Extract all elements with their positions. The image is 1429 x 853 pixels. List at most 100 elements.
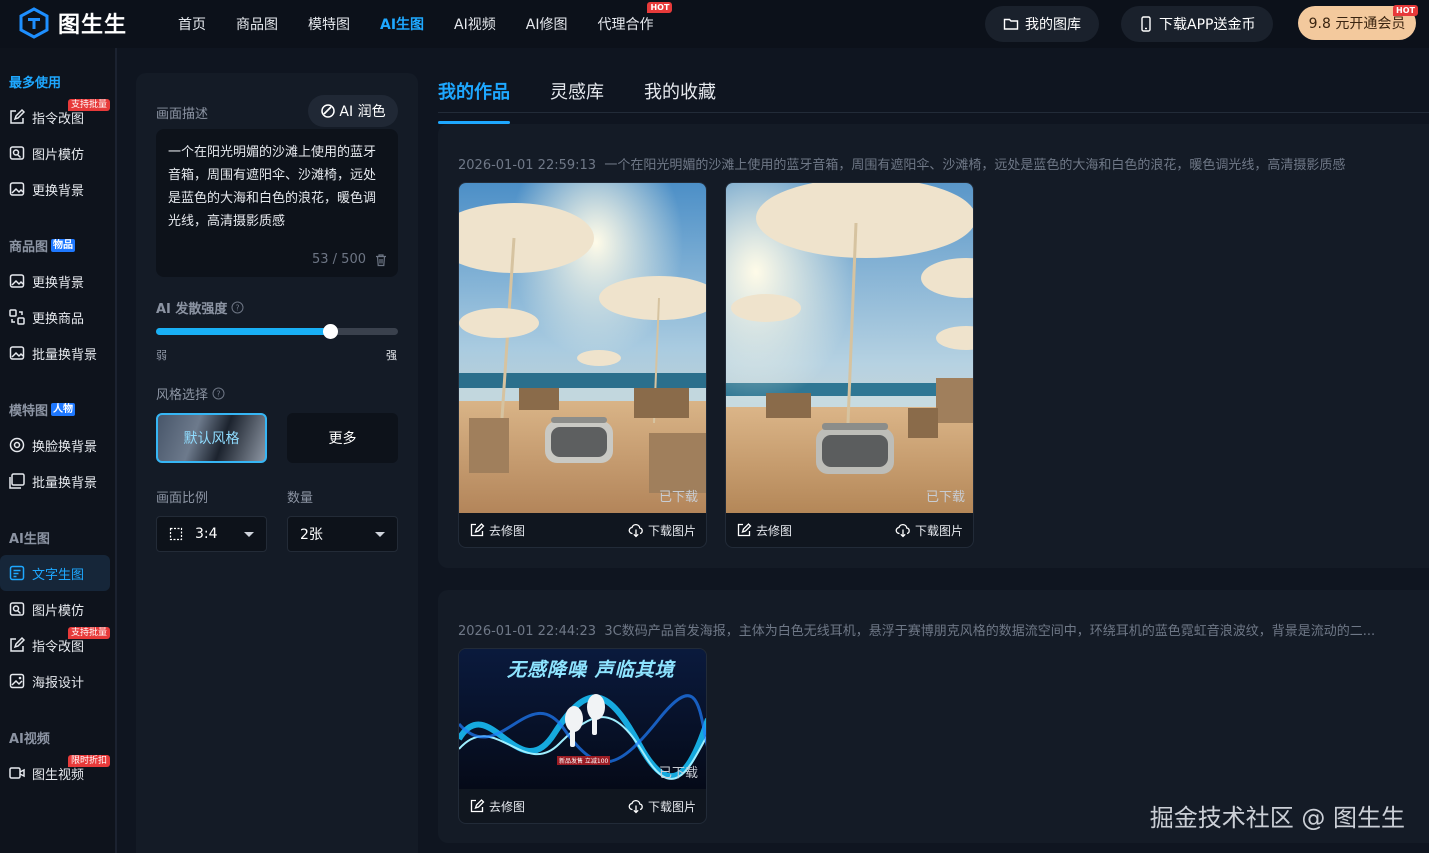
generated-image[interactable]: 已下载 去修图 下载图片 xyxy=(725,182,974,548)
poster-image: 无感降噪 声临其境 新品发售 立减100 已下载 xyxy=(459,649,706,789)
image-copy-icon xyxy=(9,146,25,160)
download-image-button[interactable]: 下载图片 xyxy=(895,522,963,539)
sidebar-item-label: 文字生图 xyxy=(32,567,85,583)
swap-icon xyxy=(9,309,25,325)
nav-agent[interactable]: 代理合作 HOT xyxy=(597,2,673,34)
sidebar-item-model-batch-bg[interactable]: 批量换背景 xyxy=(0,463,110,499)
retouch-button[interactable]: 去修图 xyxy=(469,798,525,815)
sidebar-item-product-change-bg[interactable]: 更换背景 xyxy=(0,263,110,299)
downloaded-mark: 已下载 xyxy=(658,490,698,505)
download-app-button[interactable]: 下载APP送金币 xyxy=(1121,6,1274,42)
sidebar-section-most-used: 最多使用 xyxy=(9,72,61,91)
logo[interactable]: 图生生 xyxy=(18,7,127,39)
ai-polish-button[interactable]: AI 润色 xyxy=(308,95,398,127)
prompt-textarea[interactable]: 一个在阳光明媚的沙滩上使用的蓝牙音箱，周围有遮阳伞、沙滩椅，远处是蓝色的大海和白… xyxy=(156,129,398,277)
help-icon[interactable]: ? xyxy=(231,301,244,314)
sidebar: 最多使用 指令改图 支持批量 图片模仿 更换背景 商品图 物品 更换背景 更换商… xyxy=(0,48,117,853)
edit-icon xyxy=(470,523,485,537)
work-time: 2026-01-01 22:59:13 xyxy=(458,158,597,173)
section-title: AI生图 xyxy=(9,532,50,547)
poster-note: 新品发售 立减100 xyxy=(557,756,611,765)
top-bar: 图生生 首页 商品图 模特图 AI生图 AI视频 AI修图 代理合作 HOT 我… xyxy=(0,0,1429,48)
svg-text:?: ? xyxy=(236,304,240,313)
work-header: 2026-01-01 22:44:23 3C数码产品首发海报，主体为白色无线耳机… xyxy=(458,620,1413,639)
download-image-button[interactable]: 下载图片 xyxy=(628,522,696,539)
nav-ai-retouch[interactable]: AI修图 xyxy=(526,14,568,34)
nav-home[interactable]: 首页 xyxy=(178,14,206,34)
chevron-down-icon xyxy=(375,532,385,537)
sidebar-item-change-bg[interactable]: 更换背景 xyxy=(0,171,110,207)
my-gallery-button[interactable]: 我的图库 xyxy=(985,6,1099,42)
download-app-label: 下载APP送金币 xyxy=(1159,17,1256,33)
cloud-download-icon xyxy=(628,523,643,538)
sidebar-item-label: 图片模仿 xyxy=(32,147,85,163)
nav-agent-label: 代理合作 xyxy=(597,17,654,33)
sidebar-item-face-swap[interactable]: 换脸换背景 xyxy=(0,427,110,463)
strength-slider[interactable] xyxy=(156,324,398,339)
image-swap-icon xyxy=(9,182,25,196)
nav-model[interactable]: 模特图 xyxy=(308,14,350,34)
nav-product[interactable]: 商品图 xyxy=(236,14,278,34)
section-title: 最多使用 xyxy=(9,76,62,91)
folder-icon xyxy=(1003,18,1019,30)
nav-ai-video[interactable]: AI视频 xyxy=(454,14,496,34)
ratio-select[interactable]: 3:4 xyxy=(156,516,267,552)
sidebar-section-ai-image: AI生图 xyxy=(9,528,50,547)
sidebar-item-change-product[interactable]: 更换商品 xyxy=(0,299,110,335)
sidebar-item-batch-bg[interactable]: 批量换背景 xyxy=(0,335,110,371)
nav-ai-image[interactable]: AI生图 xyxy=(380,14,424,34)
cloud-download-icon xyxy=(895,523,910,538)
char-counter: 53 / 500 xyxy=(312,248,388,271)
video-icon xyxy=(9,767,25,779)
discount-badge: 限时折扣 xyxy=(68,755,111,767)
sidebar-item-text-to-image[interactable]: 文字生图 xyxy=(0,555,110,591)
downloaded-mark: 已下载 xyxy=(925,490,965,505)
generated-image[interactable]: 已下载 去修图 下载图片 xyxy=(458,182,707,548)
poster-icon xyxy=(9,673,25,689)
logo-text: 图生生 xyxy=(58,13,128,38)
generated-image[interactable]: 无感降噪 声临其境 新品发售 立减100 已下载 去修图 下载图片 xyxy=(458,648,707,824)
tab-my-works[interactable]: 我的作品 xyxy=(438,78,510,124)
batch-badge: 支持批量 xyxy=(68,627,111,639)
retouch-button[interactable]: 去修图 xyxy=(469,522,525,539)
count-select[interactable]: 2张 xyxy=(287,516,398,552)
section-tag: 人物 xyxy=(51,403,76,416)
tab-inspiration[interactable]: 灵感库 xyxy=(550,78,604,114)
sidebar-item-ai-instruct-edit[interactable]: 指令改图 支持批量 xyxy=(0,627,111,663)
image-actions: 去修图 下载图片 xyxy=(459,789,706,823)
sidebar-item-image-imitate[interactable]: 图片模仿 xyxy=(0,135,110,171)
style-label-text: 风格选择 xyxy=(156,388,209,403)
work-prompt: 一个在阳光明媚的沙滩上使用的蓝牙音箱，周围有遮阳伞、沙滩椅，远处是蓝色的大海和白… xyxy=(604,158,1346,173)
sidebar-item-poster-design[interactable]: 海报设计 xyxy=(0,663,110,699)
style-default-card[interactable]: 默认风格 xyxy=(156,413,267,463)
vip-button[interactable]: 9.8 元开通会员 HOT xyxy=(1298,5,1418,40)
strength-max-label: 强 xyxy=(386,349,397,362)
edit-icon xyxy=(470,799,485,813)
sidebar-item-label: 换脸换背景 xyxy=(32,439,98,455)
sidebar-item-image-to-video[interactable]: 图生视频 限时折扣 xyxy=(0,755,111,791)
section-title: AI视频 xyxy=(9,732,50,747)
image-swap-icon xyxy=(9,274,25,288)
work-card: 2026-01-01 22:59:13 一个在阳光明媚的沙滩上使用的蓝牙音箱，周… xyxy=(438,124,1429,568)
sidebar-item-instruct-edit[interactable]: 指令改图 支持批量 xyxy=(0,99,111,135)
help-icon[interactable]: ? xyxy=(212,387,225,400)
retouch-button[interactable]: 去修图 xyxy=(736,522,792,539)
vip-hot-badge: HOT xyxy=(1393,5,1418,16)
count-value: 2张 xyxy=(300,527,323,543)
slider-handle[interactable] xyxy=(323,324,339,339)
work-prompt: 3C数码产品首发海报，主体为白色无线耳机，悬浮于赛博朋克风格的数据流空间中，环绕… xyxy=(604,624,1376,639)
trash-icon[interactable] xyxy=(374,253,388,267)
tab-favorites[interactable]: 我的收藏 xyxy=(644,78,716,114)
text-image-icon xyxy=(9,565,25,581)
char-count: 53 / 500 xyxy=(312,252,366,267)
sidebar-section-model: 模特图 人物 xyxy=(9,400,76,419)
image-swap-icon xyxy=(9,346,25,360)
section-title: 模特图 xyxy=(9,404,49,419)
retouch-label: 去修图 xyxy=(489,523,526,538)
style-more-button[interactable]: 更多 xyxy=(287,413,398,463)
sidebar-item-ai-image-imitate[interactable]: 图片模仿 xyxy=(0,591,110,627)
count-label: 数量 xyxy=(287,491,314,506)
watermark: 掘金技术社区 @ 图生生 xyxy=(1149,804,1405,832)
vip-label: 9.8 元开通会员 xyxy=(1308,16,1406,32)
download-image-button[interactable]: 下载图片 xyxy=(628,798,696,815)
